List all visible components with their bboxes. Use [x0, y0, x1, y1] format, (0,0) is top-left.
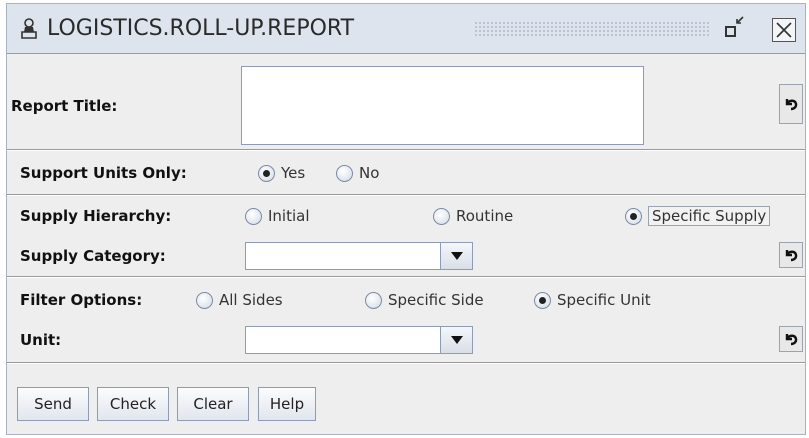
supply-hierarchy-label: Supply Hierarchy:	[20, 207, 172, 225]
restore-icon[interactable]	[723, 14, 747, 40]
supply-hierarchy-row: Supply Hierarchy: Initial Routine Specif…	[7, 196, 805, 236]
radio-all-sides-label: All Sides	[219, 291, 283, 309]
radio-specific-side-label: Specific Side	[388, 291, 484, 309]
unit-undo-icon[interactable]	[779, 326, 803, 352]
button-bar: Send Check Clear Help	[7, 364, 805, 434]
radio-no[interactable]	[336, 164, 353, 182]
filter-options-label: Filter Options:	[20, 291, 143, 309]
hierarchy-initial[interactable]: Initial	[245, 207, 310, 225]
supply-category-undo-icon[interactable]	[779, 242, 803, 268]
filter-specific-side[interactable]: Specific Side	[365, 291, 484, 309]
radio-all-sides[interactable]	[196, 291, 213, 309]
report-title-row: Report Title:	[7, 55, 805, 149]
support-units-row: Support Units Only: Yes No	[7, 151, 805, 194]
send-button[interactable]: Send	[17, 387, 89, 421]
help-button[interactable]: Help	[258, 387, 316, 421]
filter-options-row: Filter Options: All Sides Specific Side …	[7, 278, 805, 320]
title-bar[interactable]: LOGISTICS.ROLL-UP.REPORT	[7, 4, 805, 54]
radio-specific-unit[interactable]	[534, 291, 551, 309]
radio-yes-label: Yes	[281, 164, 306, 182]
clear-button[interactable]: Clear	[177, 387, 249, 421]
filter-all-sides[interactable]: All Sides	[196, 291, 283, 309]
title-grip	[474, 21, 710, 37]
report-window: LOGISTICS.ROLL-UP.REPORT Report Title: S…	[6, 3, 806, 435]
radio-specific-unit-label: Specific Unit	[557, 291, 651, 309]
radio-specific-side[interactable]	[365, 291, 382, 309]
report-title-undo-icon[interactable]	[779, 84, 803, 124]
check-button[interactable]: Check	[97, 387, 169, 421]
radio-initial[interactable]	[245, 207, 262, 225]
radio-initial-label: Initial	[268, 207, 310, 225]
close-icon[interactable]	[772, 18, 796, 42]
radio-routine[interactable]	[433, 207, 450, 225]
radio-routine-label: Routine	[456, 207, 514, 225]
unit-label: Unit:	[20, 331, 62, 349]
chevron-down-icon[interactable]	[440, 327, 472, 353]
unit-row: Unit:	[7, 320, 805, 362]
radio-yes[interactable]	[258, 164, 275, 182]
report-title-input[interactable]	[241, 66, 644, 145]
report-title-label: Report Title:	[11, 97, 118, 115]
filter-specific-unit[interactable]: Specific Unit	[534, 291, 651, 309]
person-desk-icon	[19, 18, 39, 40]
supply-category-combo[interactable]	[245, 242, 473, 270]
radio-no-label: No	[359, 164, 380, 182]
support-units-no[interactable]: No	[336, 164, 379, 182]
radio-specific-supply[interactable]	[625, 207, 642, 225]
window-title: LOGISTICS.ROLL-UP.REPORT	[47, 16, 355, 41]
unit-combo[interactable]	[245, 326, 473, 354]
supply-category-label: Supply Category:	[20, 247, 166, 265]
chevron-down-icon[interactable]	[440, 243, 472, 269]
supply-category-row: Supply Category:	[7, 236, 805, 276]
support-units-yes[interactable]: Yes	[258, 164, 305, 182]
hierarchy-specific-supply[interactable]: Specific Supply	[625, 206, 771, 226]
hierarchy-routine[interactable]: Routine	[433, 207, 513, 225]
radio-specific-supply-label: Specific Supply	[648, 206, 771, 226]
support-units-label: Support Units Only:	[20, 164, 187, 182]
